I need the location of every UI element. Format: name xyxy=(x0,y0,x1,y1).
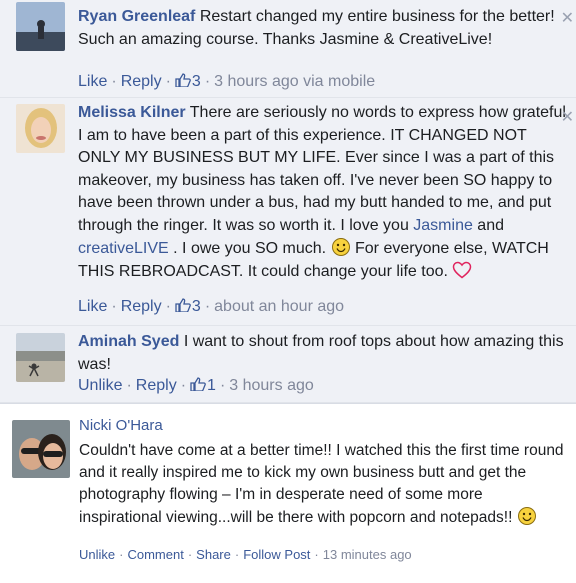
like-count[interactable]: 3 xyxy=(175,298,201,315)
comment-body: Aminah Syed I want to shout from roof to… xyxy=(78,331,566,376)
timestamp[interactable]: about an hour ago xyxy=(214,298,344,315)
separator: · xyxy=(204,73,211,90)
mention-link[interactable]: Jasmine xyxy=(413,217,473,234)
separator: · xyxy=(165,298,171,315)
thumbs-up-icon xyxy=(190,377,206,391)
comment-item: Melissa Kilner There are seriously no wo… xyxy=(0,98,576,326)
comment-author-link[interactable]: Melissa Kilner xyxy=(78,104,186,121)
like-count-value: 3 xyxy=(191,298,201,315)
separator: · xyxy=(111,73,117,90)
comment-feed: Ryan Greenleaf Restart changed my entire… xyxy=(0,0,576,583)
separator: · xyxy=(314,547,319,562)
comment-author-link[interactable]: Aminah Syed xyxy=(78,333,179,350)
comment-item: Nicki O'Hara Couldn't have come at a bet… xyxy=(0,403,576,583)
reply-button[interactable]: Reply xyxy=(121,73,162,90)
comment-author-link[interactable]: Nicki O'Hara xyxy=(79,415,566,437)
comment-text-part: and xyxy=(472,216,504,234)
comment-item: Ryan Greenleaf Restart changed my entire… xyxy=(0,0,576,98)
comment-actions: Unlike · Comment · Share · Follow Post · 13 minu… xyxy=(79,547,412,562)
close-icon[interactable]: ✕ xyxy=(561,8,574,28)
thumbs-up-icon xyxy=(175,73,191,87)
like-count-value: 3 xyxy=(191,73,201,90)
separator: · xyxy=(165,73,171,90)
comment-actions: Like · Reply · 3 · 3 hours ago via mobile xyxy=(78,73,375,91)
avatar[interactable] xyxy=(12,420,70,478)
separator: · xyxy=(187,547,193,562)
like-count-value: 1 xyxy=(207,377,216,394)
like-count[interactable]: 3 xyxy=(175,73,201,90)
separator: · xyxy=(119,547,124,562)
unlike-button[interactable]: Unlike xyxy=(79,547,115,562)
unlike-button[interactable]: Unlike xyxy=(78,377,122,394)
comment-text: Couldn't have come at a better time!! I … xyxy=(79,442,564,526)
reply-button[interactable]: Reply xyxy=(121,298,162,315)
smiley-emoji-icon xyxy=(517,507,536,525)
share-button[interactable]: Share xyxy=(196,547,231,562)
mention-link[interactable]: creativeLIVE xyxy=(78,240,169,257)
comment-body: Ryan Greenleaf Restart changed my entire… xyxy=(78,6,566,51)
timestamp[interactable]: 3 hours ago via mobile xyxy=(214,73,375,90)
separator: · xyxy=(234,547,240,562)
comment-item: Aminah Syed I want to shout from roof to… xyxy=(0,326,576,403)
comment-text-part: . I owe you SO much. xyxy=(168,240,331,257)
comment-body: Melissa Kilner There are seriously no wo… xyxy=(78,102,566,283)
heart-emoji-icon xyxy=(453,261,472,278)
separator: · xyxy=(126,377,132,394)
comment-body: Nicki O'Hara Couldn't have come at a bet… xyxy=(79,415,566,529)
like-button[interactable]: Like xyxy=(78,298,107,315)
avatar[interactable] xyxy=(16,104,65,153)
follow-post-button[interactable]: Follow Post xyxy=(243,547,310,562)
separator: · xyxy=(111,298,117,315)
thumbs-up-icon xyxy=(175,298,191,312)
separator: · xyxy=(204,298,211,315)
comment-actions: Unlike · Reply · 1 · 3 hours ago xyxy=(78,377,314,395)
timestamp[interactable]: 13 minutes ago xyxy=(323,547,412,562)
comment-text-part: There are seriously no words to express … xyxy=(78,104,566,234)
close-icon[interactable]: ✕ xyxy=(561,107,574,127)
timestamp[interactable]: 3 hours ago xyxy=(229,377,314,394)
like-count[interactable]: 1 xyxy=(190,377,216,394)
avatar[interactable] xyxy=(16,333,65,382)
comment-author-link[interactable]: Ryan Greenleaf xyxy=(78,8,195,25)
smiley-emoji-icon xyxy=(331,238,350,256)
separator: · xyxy=(180,377,187,394)
avatar[interactable] xyxy=(16,2,65,51)
comment-actions: Like · Reply · 3 · about an hour ago xyxy=(78,298,344,316)
comment-button[interactable]: Comment xyxy=(127,547,183,562)
reply-button[interactable]: Reply xyxy=(136,377,177,394)
like-button[interactable]: Like xyxy=(78,73,107,90)
separator: · xyxy=(219,377,226,394)
